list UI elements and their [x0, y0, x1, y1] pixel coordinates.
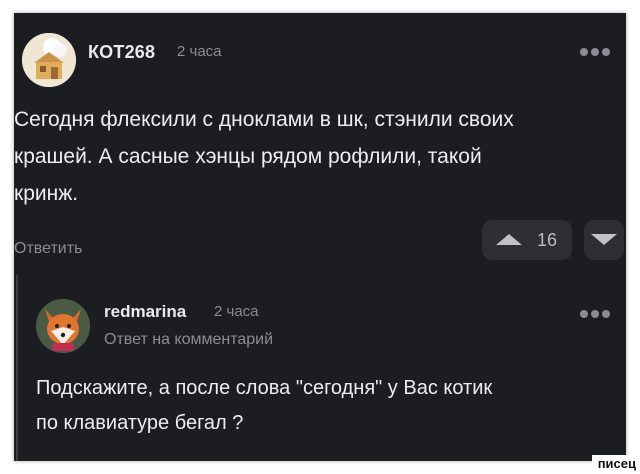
- reply-button[interactable]: Ответить: [14, 240, 82, 258]
- avatar-kot268[interactable]: [22, 33, 76, 87]
- downvote-button[interactable]: [584, 220, 624, 260]
- thread-line: [16, 275, 18, 461]
- downvote-triangle-icon: [591, 234, 617, 245]
- more-dots-icon[interactable]: [577, 305, 610, 321]
- reply-to-label[interactable]: Ответ на комментарий: [104, 331, 273, 349]
- reply-line: Подскажите, а после слова "сегодня" у Ва…: [36, 377, 493, 399]
- comment-line: кринж.: [14, 182, 79, 205]
- avatar-redmarina[interactable]: [36, 299, 90, 353]
- comment-line: Сегодня флексили с дноклами в шк, стэнил…: [14, 108, 514, 131]
- reply-text: Подскажите, а после слова "сегодня" у Ва…: [36, 371, 606, 441]
- more-dots-icon[interactable]: [577, 43, 610, 59]
- comment-text: Сегодня флексили с дноклами в шк, стэнил…: [14, 101, 614, 212]
- cake-house-avatar-image: [22, 33, 76, 87]
- upvote-button[interactable]: 16: [482, 220, 572, 260]
- reply-line: по клавиатуре бегал ?: [36, 412, 244, 434]
- upvote-triangle-icon: [496, 234, 522, 245]
- reply-author[interactable]: redmarina: [104, 302, 186, 322]
- comment-thread: КОТ268 2 часа Сегодня флексили с дноклам…: [14, 13, 626, 461]
- comment-line: крашей. А сасные хэнцы рядом рофлили, та…: [14, 145, 482, 168]
- comment-author[interactable]: КОТ268: [88, 42, 155, 63]
- comment-time: 2 часа: [177, 43, 222, 60]
- reply-time: 2 часа: [214, 303, 259, 320]
- vote-count: 16: [537, 230, 558, 250]
- watermark: писец: [591, 455, 640, 474]
- fox-avatar-image: [36, 299, 90, 353]
